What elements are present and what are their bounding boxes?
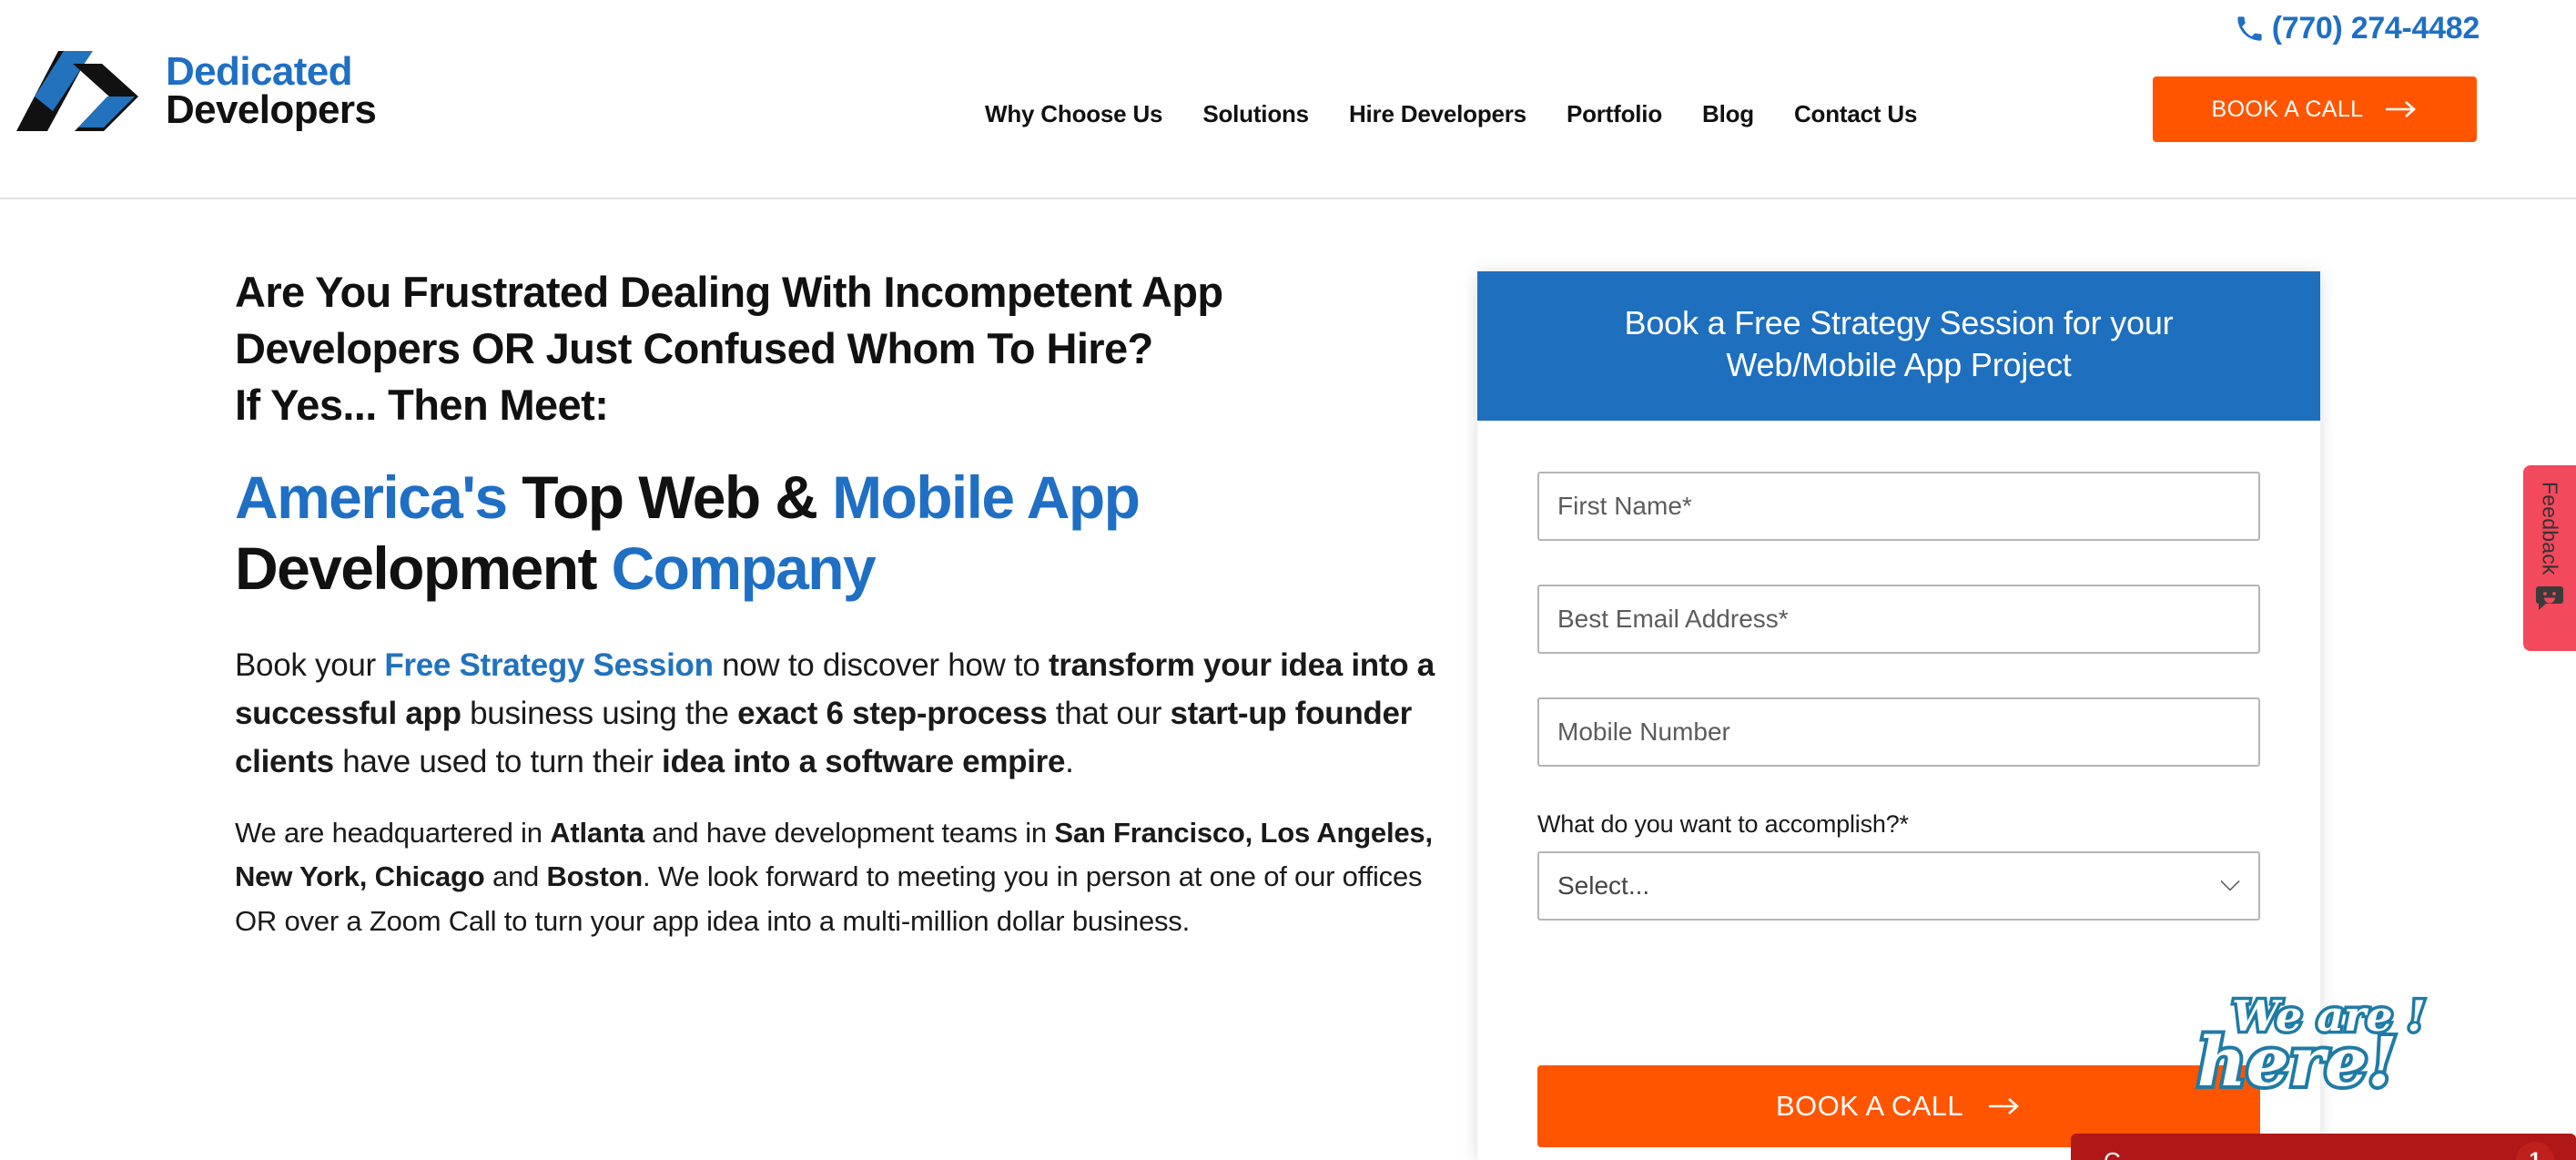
nav-item-why-choose-us[interactable]: Why Choose Us bbox=[965, 100, 1182, 128]
p1-text-2: now to discover how to bbox=[713, 646, 1049, 683]
arrow-right-icon bbox=[2385, 101, 2416, 117]
p2-bold-boston: Boston bbox=[546, 860, 644, 893]
main-navigation: Why Choose Us Solutions Hire Developers … bbox=[965, 100, 1937, 128]
mobile-number-input[interactable] bbox=[1537, 697, 2260, 768]
hero-paragraph-1: Book your Free Strategy Session now to d… bbox=[235, 641, 1436, 787]
phone-number: (770) 274-4482 bbox=[2271, 11, 2480, 46]
headline-part-company: Company bbox=[611, 534, 877, 602]
phone-link[interactable]: (770) 274-4482 bbox=[2236, 11, 2480, 46]
headline-part-mobile-app: Mobile App bbox=[832, 463, 1141, 532]
pre-heading-line-1: Are You Frustrated Dealing With Incompet… bbox=[235, 268, 1223, 316]
logo-line-1: Dedicated bbox=[166, 48, 352, 94]
p1-bold-2: exact 6 step-process bbox=[737, 696, 1048, 732]
nav-item-hire-developers[interactable]: Hire Developers bbox=[1329, 100, 1547, 128]
p2-text-1: We are headquartered in bbox=[235, 817, 551, 850]
logo-wordmark: Dedicated Developers bbox=[166, 48, 377, 132]
chat-widget-bar[interactable]: C 1 bbox=[2071, 1134, 2576, 1160]
logo-line-2: Developers bbox=[166, 87, 377, 132]
first-name-input[interactable] bbox=[1537, 472, 2260, 542]
nav-item-solutions[interactable]: Solutions bbox=[1182, 100, 1329, 128]
accomplish-select-label: What do you want to accomplish?* bbox=[1537, 810, 1909, 839]
free-strategy-session-link[interactable]: Free Strategy Session bbox=[384, 647, 714, 683]
nav-item-blog[interactable]: Blog bbox=[1682, 100, 1774, 128]
pre-heading-line-2: Developers OR Just Confused Whom To Hire… bbox=[235, 324, 1153, 373]
form-cta-label: BOOK A CALL bbox=[1775, 1090, 1963, 1122]
p1-text-1: Book your bbox=[235, 646, 385, 683]
phone-icon bbox=[2237, 15, 2262, 41]
header-book-a-call-button[interactable]: BOOK A CALL bbox=[2153, 76, 2477, 142]
pre-heading-line-3: If Yes... Then Meet: bbox=[235, 381, 609, 430]
accomplish-select[interactable]: Select... bbox=[1537, 851, 2260, 921]
feedback-tab[interactable]: Feedback bbox=[2523, 465, 2576, 651]
p1-text-6: . bbox=[1065, 744, 1074, 780]
chevron-down-icon bbox=[2220, 880, 2240, 891]
p1-text-4: that our bbox=[1047, 696, 1171, 732]
headline-part-americas: America's bbox=[235, 463, 508, 532]
hero-pre-heading: Are You Frustrated Dealing With Incompet… bbox=[235, 264, 1436, 433]
site-logo[interactable]: Dedicated Developers bbox=[13, 44, 377, 138]
site-header: Dedicated Developers Why Choose Us Solut… bbox=[0, 0, 2576, 199]
p1-bold-4: idea into a software empire bbox=[662, 744, 1066, 780]
form-header: Book a Free Strategy Session for your We… bbox=[1477, 271, 2320, 422]
accomplish-select-value: Select... bbox=[1557, 871, 1650, 901]
p2-text-3: and bbox=[484, 860, 547, 893]
p2-bold-atlanta: Atlanta bbox=[550, 817, 644, 850]
form-header-line-1: Book a Free Strategy Session for your bbox=[1624, 304, 2174, 341]
email-input[interactable] bbox=[1537, 585, 2260, 655]
p1-text-3: business using the bbox=[461, 696, 738, 732]
headline-part-development: Development bbox=[235, 534, 597, 602]
chat-unread-badge: 1 bbox=[2516, 1142, 2554, 1160]
form-header-line-2: Web/Mobile App Project bbox=[1726, 346, 2072, 384]
nav-item-contact-us[interactable]: Contact Us bbox=[1774, 100, 1937, 128]
page-root: Dedicated Developers Why Choose Us Solut… bbox=[0, 0, 2576, 1160]
feedback-tab-label: Feedback bbox=[2538, 482, 2562, 575]
hero-paragraph-2: We are headquartered in Atlanta and have… bbox=[235, 811, 1436, 942]
p1-text-5: have used to turn their bbox=[333, 744, 663, 780]
nav-item-portfolio[interactable]: Portfolio bbox=[1547, 100, 1682, 128]
chat-bar-label: C bbox=[2104, 1147, 2121, 1160]
chevron-logo-icon bbox=[16, 51, 138, 131]
smiley-speech-bubble-icon bbox=[2536, 585, 2563, 610]
p2-text-2: and have development teams in bbox=[644, 817, 1055, 850]
headline-part-top-web: Top Web & bbox=[522, 463, 818, 532]
form-body: What do you want to accomplish?* Select.… bbox=[1477, 421, 2320, 921]
strategy-session-form-card: Book a Free Strategy Session for your We… bbox=[1477, 271, 2320, 1160]
hero-headline: America's Top Web & Mobile App Developme… bbox=[235, 463, 1436, 605]
hero-left-content: Are You Frustrated Dealing With Incompet… bbox=[235, 264, 1436, 943]
arrow-right-icon bbox=[1989, 1098, 2019, 1114]
header-cta-label: BOOK A CALL bbox=[2211, 96, 2364, 122]
